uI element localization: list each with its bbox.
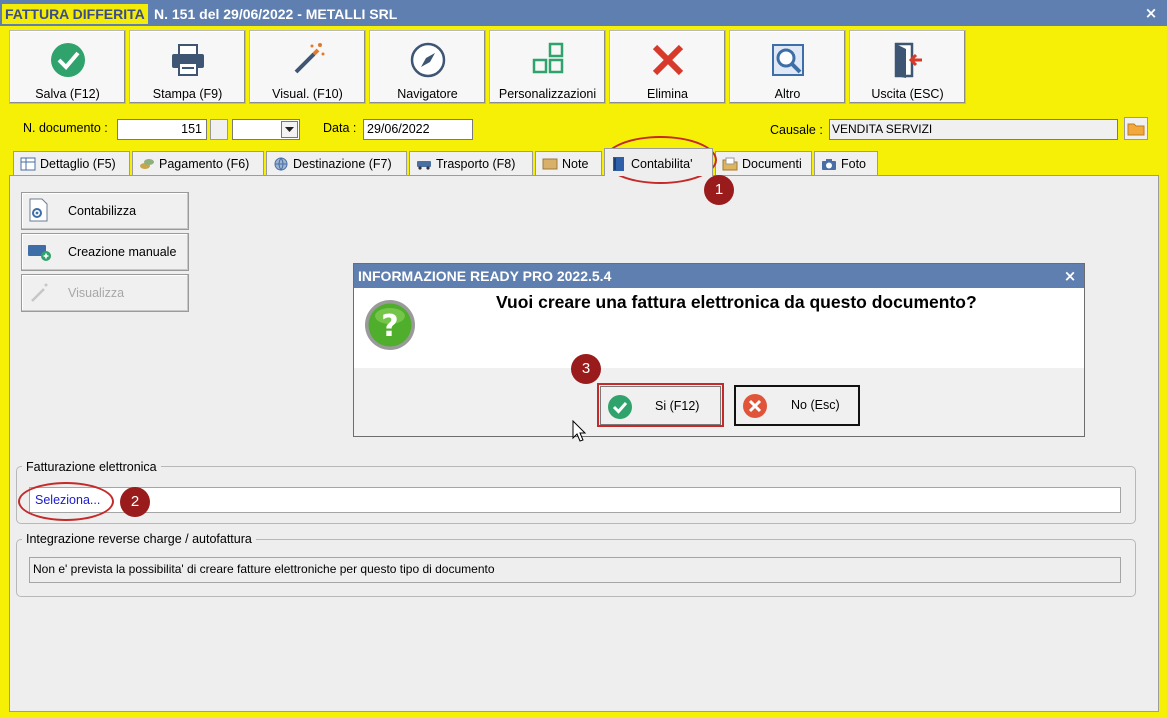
contabilizza-label: Contabilizza: [68, 204, 137, 218]
contabilizza-button[interactable]: Contabilizza: [21, 192, 189, 230]
tab-documenti[interactable]: Documenti: [715, 151, 812, 175]
document-gear-icon: [29, 198, 48, 222]
date-label: Data :: [323, 121, 357, 135]
tab-contabilita-label: Contabilita': [631, 157, 693, 171]
compass-icon: [410, 42, 445, 78]
document-number-label: N. documento :: [23, 121, 108, 135]
exit-button-label: Uscita (ESC): [871, 87, 944, 101]
dialog-no-label: No (Esc): [791, 398, 840, 412]
customizations-button-label: Personalizzazioni: [498, 87, 597, 101]
tab-destinazione[interactable]: Destinazione (F7): [266, 151, 407, 175]
document-number-field[interactable]: 151: [117, 119, 207, 140]
mouse-pointer-icon: [572, 420, 587, 442]
delete-button-label: Elimina: [647, 87, 688, 101]
fatturazione-elettronica-label: Fatturazione elettronica: [22, 459, 161, 475]
creazione-manuale-label: Creazione manuale: [68, 245, 177, 259]
dialog-message: Vuoi creare una fattura elettronica da q…: [496, 292, 977, 312]
tab-dettaglio[interactable]: Dettaglio (F5): [13, 151, 130, 175]
save-button[interactable]: Salva (F12): [9, 30, 126, 104]
annotation-box-yes-button: [597, 383, 724, 427]
folder-icon: [1127, 123, 1145, 136]
reverse-charge-label: Integrazione reverse charge / autofattur…: [22, 531, 256, 547]
other-button[interactable]: Altro: [729, 30, 846, 104]
window-close-icon[interactable]: ×: [1143, 4, 1159, 22]
printer-icon: [171, 44, 204, 76]
magic-wand-icon: [294, 43, 324, 74]
note-folder-icon: [542, 158, 558, 170]
check-circle-icon: [50, 43, 85, 77]
tab-pagamento[interactable]: Pagamento (F6): [132, 151, 264, 175]
navigator-button[interactable]: Navigatore: [369, 30, 486, 104]
causale-field[interactable]: VENDITA SERVIZI: [829, 119, 1118, 140]
tab-trasporto-label: Trasporto (F8): [436, 157, 516, 171]
card-add-icon: [28, 245, 51, 261]
window-title-document-type: FATTURA DIFFERITA: [2, 4, 148, 24]
cancel-circle-icon: [743, 394, 767, 418]
svg-text:?: ?: [381, 309, 398, 344]
tab-documenti-label: Documenti: [742, 157, 802, 171]
dialog-close-icon[interactable]: ×: [1061, 266, 1079, 286]
magic-wand-disabled-icon: [31, 283, 48, 302]
navigator-button-label: Navigatore: [397, 87, 458, 101]
creazione-manuale-button[interactable]: Creazione manuale: [21, 233, 189, 271]
view-button-label: Visual. (F10): [272, 87, 343, 101]
exit-button[interactable]: Uscita (ESC): [849, 30, 966, 104]
tab-dettaglio-label: Dettaglio (F5): [40, 157, 116, 171]
customizations-button[interactable]: Personalizzazioni: [489, 30, 606, 104]
causale-label: Causale :: [770, 123, 823, 137]
magnifier-icon: [771, 44, 804, 76]
red-x-icon: [652, 44, 683, 76]
chevron-down-icon[interactable]: [281, 121, 298, 138]
tab-note-label: Note: [562, 157, 589, 171]
tab-trasporto[interactable]: Trasporto (F8): [409, 151, 533, 175]
print-button[interactable]: Stampa (F9): [129, 30, 246, 104]
causale-browse-button[interactable]: [1124, 117, 1148, 140]
document-series-select[interactable]: [232, 119, 300, 140]
other-button-label: Altro: [774, 87, 801, 101]
camera-icon: [822, 159, 836, 170]
question-icon: ?: [365, 300, 415, 350]
annotation-marker-1: 1: [704, 175, 734, 205]
table-icon: [20, 157, 36, 171]
tab-destinazione-label: Destinazione (F7): [293, 157, 392, 171]
tab-contabilita[interactable]: Contabilita': [604, 148, 713, 176]
documents-folder-icon: [722, 157, 738, 171]
tab-foto[interactable]: Foto: [814, 151, 878, 175]
window-title-text: N. 151 del 29/06/2022 - METALLI SRL: [154, 6, 398, 22]
save-button-label: Salva (F12): [35, 87, 100, 101]
grid-squares-icon: [532, 42, 563, 74]
dialog-no-button[interactable]: No (Esc): [734, 385, 860, 426]
coins-icon: [140, 159, 154, 169]
dialog-title[interactable]: INFORMAZIONE READY PRO 2022.5.4: [354, 264, 1084, 288]
seleziona-link[interactable]: Seleziona...: [29, 487, 1121, 513]
tab-note[interactable]: Note: [535, 151, 602, 175]
reverse-charge-message: Non e' prevista la possibilita' di crear…: [29, 557, 1121, 583]
delete-button[interactable]: Elimina: [609, 30, 726, 104]
exit-door-icon: [894, 42, 922, 78]
globe-icon: [274, 157, 288, 171]
visualizza-button[interactable]: Visualizza: [21, 274, 189, 312]
annotation-ring-seleziona: [18, 482, 114, 521]
truck-icon: [417, 161, 431, 170]
print-button-label: Stampa (F9): [152, 87, 223, 101]
annotation-marker-3: 3: [571, 354, 601, 384]
tab-foto-label: Foto: [841, 157, 867, 171]
tab-pagamento-label: Pagamento (F6): [159, 157, 250, 171]
annotation-marker-2: 2: [120, 487, 150, 517]
visualizza-label: Visualizza: [68, 286, 125, 300]
document-number-spin-button[interactable]: [210, 119, 228, 140]
date-field[interactable]: 29/06/2022: [363, 119, 473, 140]
view-button[interactable]: Visual. (F10): [249, 30, 366, 104]
book-icon: [613, 157, 624, 171]
